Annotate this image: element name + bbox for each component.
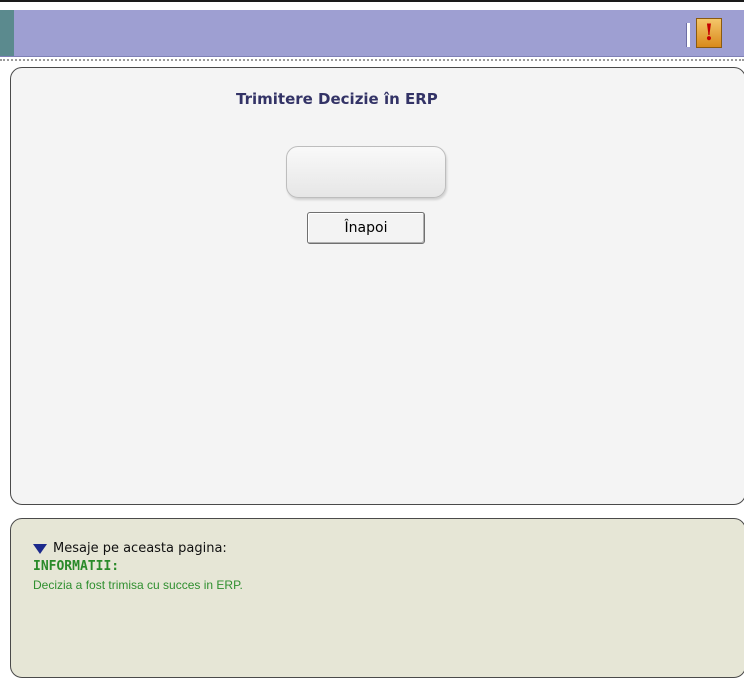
collapse-triangle-icon[interactable] — [33, 543, 47, 554]
page-title: Trimitere Decizie în ERP — [236, 90, 438, 108]
main-panel: Trimitere Decizie în ERP Înapoi — [10, 67, 744, 505]
info-message: Decizia a fost trimisa cu succes in ERP. — [33, 578, 243, 592]
toolbar: ! — [0, 10, 744, 57]
top-border-line — [0, 0, 744, 2]
toolbar-accent — [0, 10, 14, 56]
messages-header[interactable]: Mesaje pe aceasta pagina: — [33, 541, 227, 556]
toolbar-separator — [686, 23, 690, 47]
back-button[interactable]: Înapoi — [307, 212, 425, 244]
exclamation-icon[interactable]: ! — [696, 18, 722, 48]
info-section-title: INFORMATII: — [33, 559, 120, 574]
status-display-box — [286, 146, 446, 198]
dotted-divider — [0, 59, 744, 61]
messages-header-label: Mesaje pe aceasta pagina: — [53, 541, 227, 556]
messages-panel: Mesaje pe aceasta pagina: INFORMATII: De… — [10, 518, 744, 678]
